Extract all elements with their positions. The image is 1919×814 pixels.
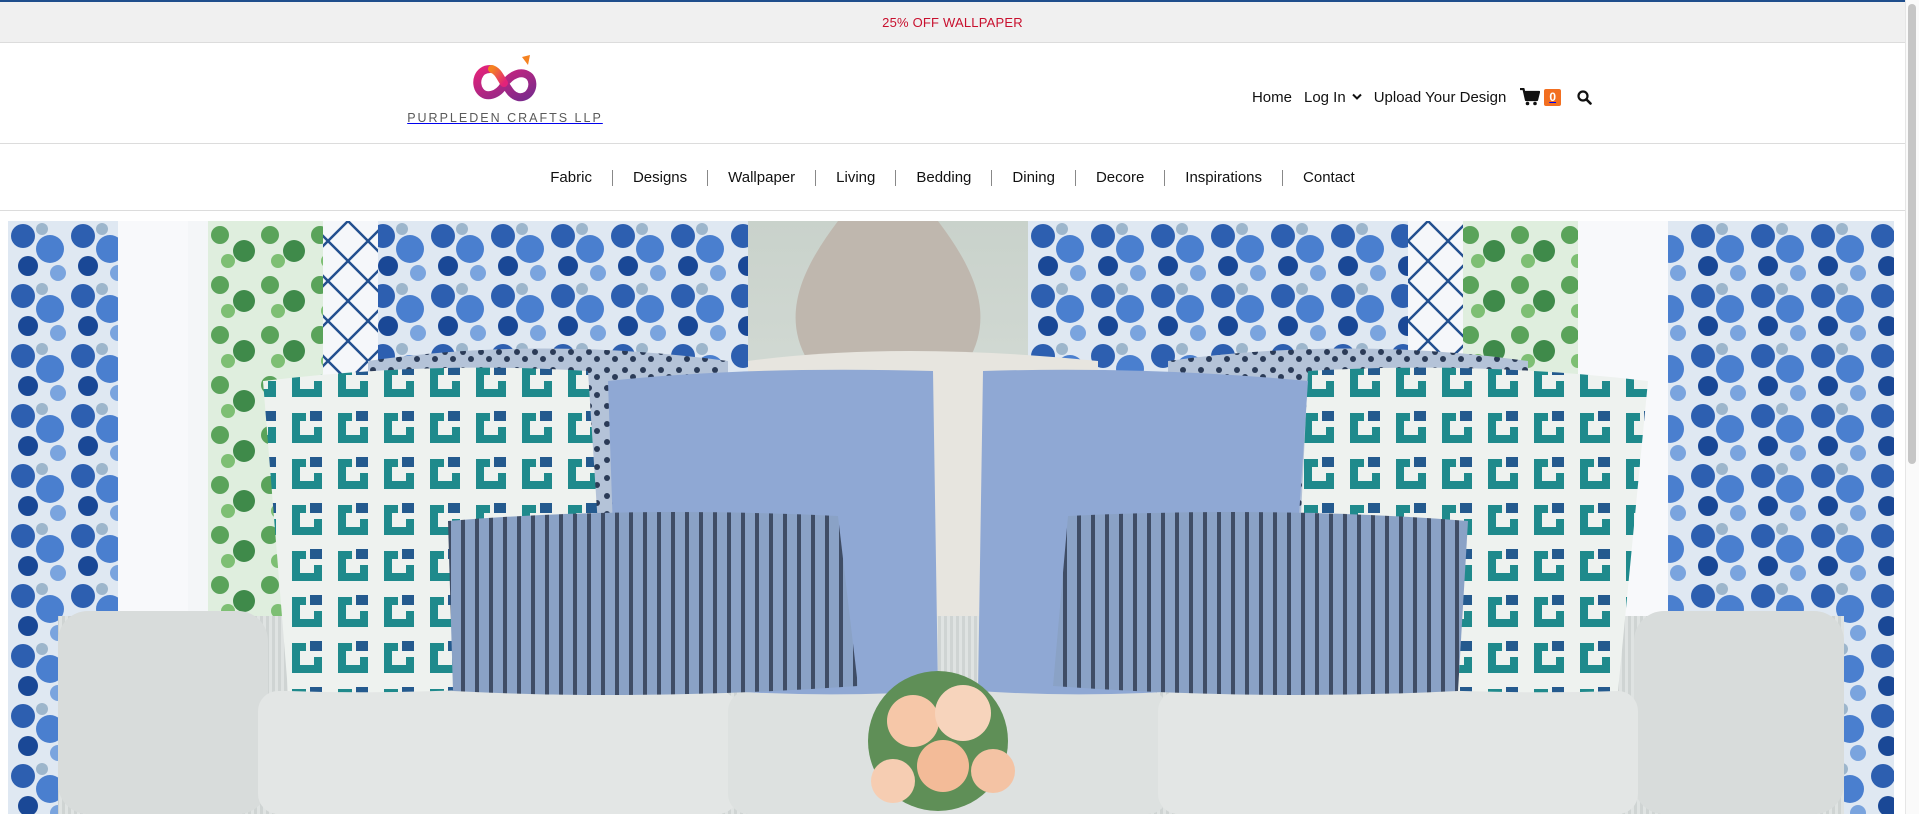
cart-button[interactable]: 0 (1520, 88, 1561, 106)
login-dropdown[interactable]: Log In (1304, 89, 1362, 106)
page: 25% OFF WALLPAPER PURPLEDEN CRAFTS LLP H… (0, 0, 1919, 814)
main-nav: Fabric Designs Wallpaper Living Bedding … (0, 145, 1905, 211)
nav-fabric[interactable]: Fabric (530, 169, 612, 186)
nav-inspirations[interactable]: Inspirations (1165, 169, 1282, 186)
nav-bedding[interactable]: Bedding (896, 169, 991, 186)
nav-wallpaper[interactable]: Wallpaper (708, 169, 815, 186)
promo-link[interactable]: 25% OFF WALLPAPER (882, 15, 1023, 30)
nav-designs[interactable]: Designs (613, 169, 707, 186)
cart-count-badge: 0 (1544, 88, 1561, 106)
cart-icon (1520, 88, 1541, 106)
promo-bar: 25% OFF WALLPAPER (0, 0, 1905, 43)
brand-logo[interactable]: PURPLEDEN CRAFTS LLP (405, 53, 605, 141)
upload-design-link[interactable]: Upload Your Design (1374, 89, 1507, 106)
home-link[interactable]: Home (1252, 89, 1292, 106)
scrollbar[interactable] (1905, 0, 1919, 814)
infinity-logo-icon (473, 55, 537, 102)
site-header: PURPLEDEN CRAFTS LLP Home Log In Upload … (0, 43, 1905, 144)
brand-name: PURPLEDEN CRAFTS LLP (407, 111, 603, 125)
chevron-down-icon (1351, 93, 1362, 100)
nav-living[interactable]: Living (816, 169, 895, 186)
nav-contact[interactable]: Contact (1283, 169, 1375, 186)
scrollbar-thumb[interactable] (1908, 4, 1916, 464)
login-label: Log In (1303, 88, 1346, 106)
search-button[interactable] (1577, 89, 1592, 105)
nav-decore[interactable]: Decore (1076, 169, 1164, 186)
hero-banner[interactable] (8, 221, 1894, 814)
hero-image-sofa-cushions (8, 221, 1894, 814)
utility-nav: Home Log In Upload Your Design 0 (1252, 83, 1592, 111)
search-icon (1577, 89, 1592, 105)
nav-dining[interactable]: Dining (992, 169, 1075, 186)
